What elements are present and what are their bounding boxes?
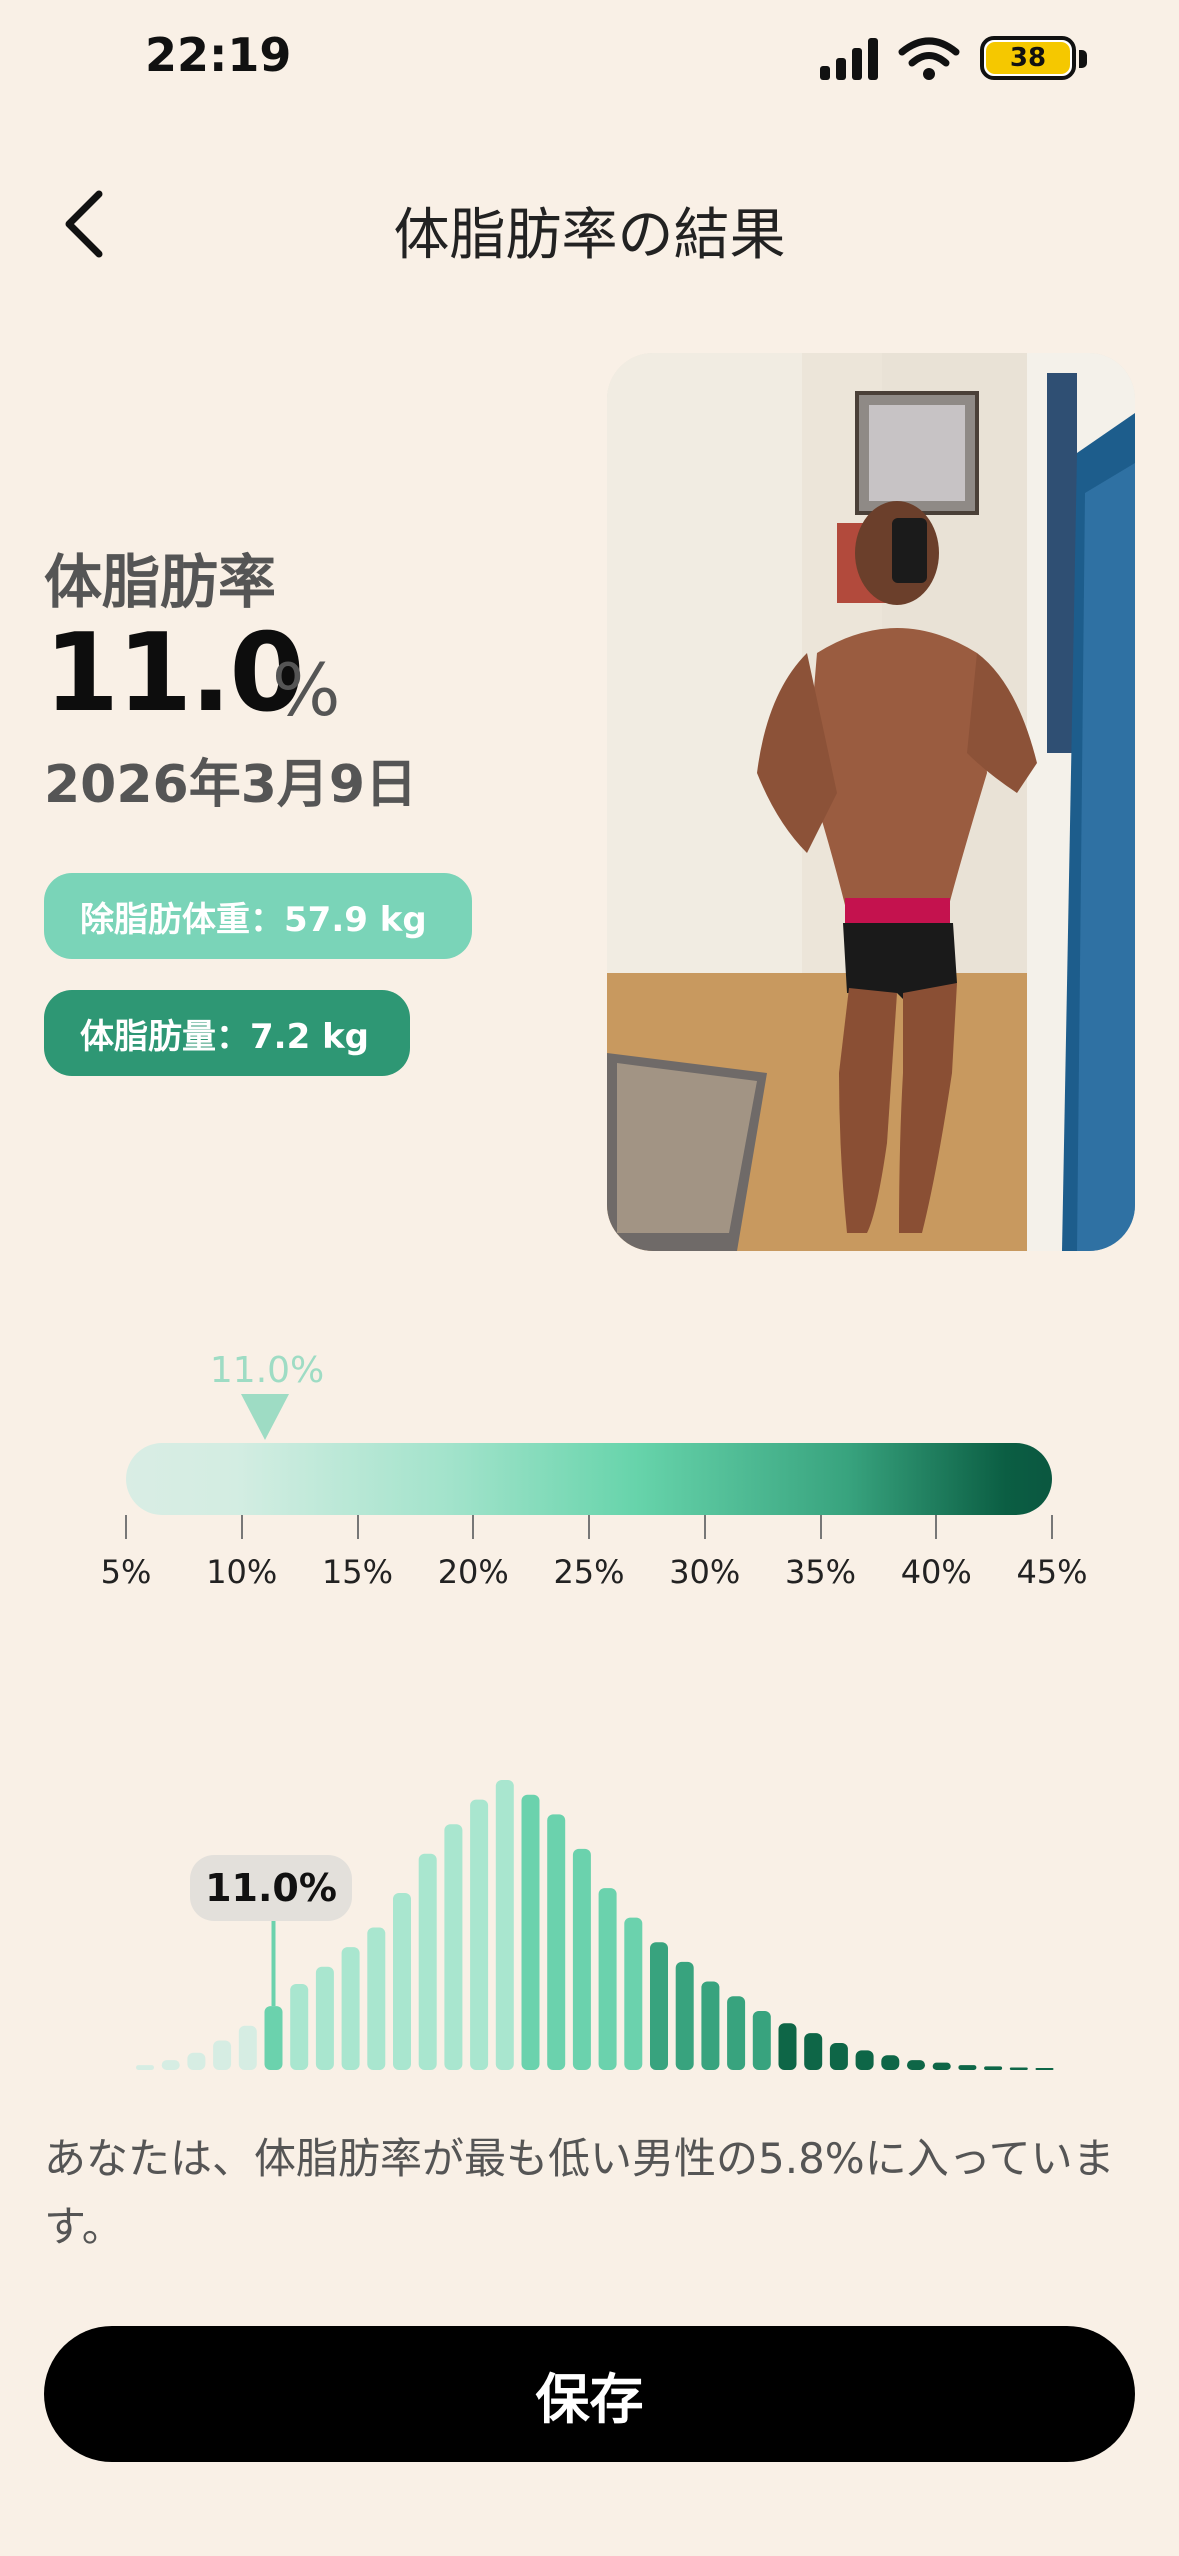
- histogram-bar: [727, 1996, 746, 2070]
- status-time: 22:19: [145, 28, 292, 82]
- scale-tick-label: 5%: [100, 1553, 152, 1591]
- battery-level: 38: [1009, 43, 1047, 73]
- histogram-bar: [881, 2055, 900, 2070]
- histogram-bar: [418, 1853, 437, 2070]
- histogram-bar: [136, 2065, 154, 2070]
- histogram-bar: [650, 1942, 668, 2070]
- histogram-bar-highlight: [264, 2006, 283, 2070]
- cellular-signal-icon: [820, 38, 878, 80]
- histogram-bar: [290, 1983, 309, 2070]
- body-fat-value: 11.0: [44, 611, 304, 736]
- histogram-bar: [238, 2025, 257, 2070]
- body-fat-unit: %: [272, 648, 341, 732]
- scale-tick-label: 20%: [437, 1553, 509, 1591]
- histogram-bar: [161, 2060, 180, 2070]
- body-fat-scale-bar: [126, 1443, 1052, 1515]
- scale-tick: [703, 1515, 706, 1539]
- wifi-icon: [898, 37, 960, 80]
- distribution-histogram: [136, 1780, 1054, 2070]
- histogram-bar: [341, 1947, 360, 2070]
- histogram-callout: 11.0%: [190, 1855, 352, 1921]
- fat-mass-badge: 体脂肪量：7.2 kg: [44, 990, 410, 1076]
- scale-tick: [240, 1515, 243, 1539]
- histogram-bar: [829, 2042, 848, 2070]
- histogram-bar: [1035, 2068, 1054, 2070]
- histogram-bar: [495, 1780, 514, 2070]
- save-button[interactable]: 保存: [44, 2326, 1135, 2462]
- measurement-date: 2026年3月9日: [44, 755, 418, 815]
- histogram-bar: [315, 1966, 334, 2070]
- histogram-bar: [367, 1927, 386, 2070]
- scale-tick: [1051, 1515, 1053, 1539]
- histogram-bar: [470, 1799, 489, 2070]
- scale-tick-label: 30%: [669, 1553, 741, 1591]
- percentile-description: あなたは、体脂肪率が最も低い男性の5.8%に入っています。: [44, 2134, 1115, 2251]
- scale-tick: [935, 1515, 938, 1539]
- scale-tick: [356, 1515, 359, 1539]
- histogram-bar: [624, 1917, 643, 2070]
- battery-icon: 38: [980, 36, 1090, 84]
- histogram-bar: [855, 2050, 874, 2070]
- scale-marker-triangle: [240, 1394, 289, 1440]
- lean-mass-badge: 除脂肪体重：57.9 kg: [44, 873, 472, 959]
- histogram-bar: [598, 1888, 617, 2070]
- scale-tick-label: 15%: [321, 1553, 394, 1591]
- histogram-bar: [444, 1824, 463, 2070]
- histogram-bar: [572, 1848, 591, 2070]
- scale-tick-label: 40%: [900, 1553, 972, 1591]
- histogram-bar: [701, 1981, 720, 2070]
- histogram-bar: [907, 2060, 925, 2070]
- histogram-bar: [393, 1893, 411, 2070]
- scale-tick-label: 35%: [784, 1553, 857, 1591]
- scale-tick-label: 10%: [206, 1553, 278, 1591]
- histogram-bar: [187, 2052, 206, 2070]
- scale-tick: [472, 1515, 475, 1539]
- histogram-bar: [778, 2023, 797, 2070]
- scale-marker-label: 11.0%: [209, 1350, 325, 1391]
- scale-tick-label: 45%: [1016, 1553, 1088, 1591]
- histogram-bar: [1009, 2067, 1028, 2070]
- histogram-bar: [675, 1961, 694, 2070]
- scale-tick: [125, 1515, 127, 1539]
- scale-tick: [819, 1515, 822, 1539]
- body-photo: [607, 353, 1135, 1251]
- scale-tick: [588, 1515, 590, 1539]
- histogram-bar: [752, 2011, 771, 2070]
- histogram-bar: [213, 2040, 232, 2070]
- metric-label: 体脂肪率: [44, 548, 277, 616]
- histogram-bar: [804, 2033, 823, 2070]
- histogram-bar: [547, 1814, 566, 2070]
- histogram-bar: [521, 1794, 540, 2070]
- scale-tick-label: 25%: [553, 1553, 625, 1591]
- histogram-bar: [984, 2066, 1003, 2070]
- page-title: 体脂肪率の結果: [393, 203, 786, 268]
- histogram-bar: [932, 2062, 951, 2070]
- histogram-bar: [958, 2065, 977, 2070]
